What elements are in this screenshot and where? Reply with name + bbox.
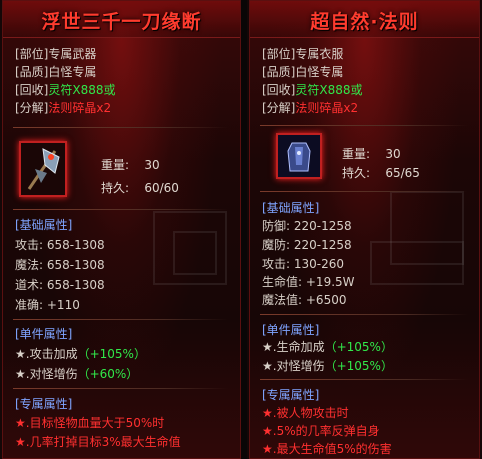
divider (13, 209, 228, 210)
unit-attributes-title: [单件属性] (262, 323, 320, 337)
divider (260, 379, 468, 380)
item-slot: [部位]专属武器 (15, 47, 97, 61)
divider (260, 314, 468, 315)
recycle-value: 灵符X888或 (48, 83, 116, 97)
unit-stat-row: ★.对怪增伤（+105%） (262, 359, 393, 373)
dismantle-label: [分解] (262, 101, 296, 115)
stat-row: 准确: +110 (15, 298, 80, 312)
item-tooltip-weapon: 浮世三千一刀缘断 [部位]专属武器 [品质]白怪专属 [回收]灵符X888或 [… (2, 0, 241, 459)
recycle-label: [回收] (262, 83, 296, 97)
unit-stat-row: ★.攻击加成（+105%） (15, 347, 146, 361)
divider (260, 125, 468, 126)
stat-row: 防御: 220-1258 (262, 219, 352, 233)
weight-stat: 重量: 30 (342, 147, 401, 161)
item-slot: [部位]专属衣服 (262, 47, 344, 61)
stat-row: 魔法: 658-1308 (15, 258, 105, 272)
stat-row: 生命值: +19.5W (262, 275, 355, 289)
item-title: 浮世三千一刀缘断 (41, 11, 202, 33)
durability-stat: 持久: 65/65 (342, 166, 420, 180)
unit-attributes-title: [单件属性] (15, 327, 73, 341)
special-stat-row: ★.几率打掉目标3%最大生命值 (15, 435, 181, 449)
item-title: 超自然·法则 (310, 11, 419, 33)
dismantle-value: 法则碎晶x2 (295, 101, 359, 115)
special-stat-row: ★.目标怪物血量大于50%时 (15, 416, 165, 430)
divider (260, 191, 468, 192)
dismantle-label: [分解] (15, 101, 49, 115)
item-tooltip-armor: 超自然·法则 [部位]专属衣服 [品质]白怪专属 [回收]灵符X888或 [分解… (249, 0, 480, 459)
divider (13, 388, 228, 389)
item-recycle: [回收]灵符X888或 (262, 81, 363, 98)
divider (13, 127, 228, 128)
stat-row: 道术: 658-1308 (15, 278, 105, 292)
durability-stat: 持久: 60/60 (101, 181, 179, 195)
recycle-label: [回收] (15, 83, 49, 97)
divider (13, 319, 228, 320)
weight-stat: 重量: 30 (101, 158, 160, 172)
item-quality: [品质]白怪专属 (262, 65, 344, 79)
unit-stat-row: ★.对怪增伤（+60%） (15, 367, 139, 381)
panel-divider (241, 0, 247, 459)
item-dismantle: [分解]法则碎晶x2 (262, 99, 358, 116)
special-attributes-title: [专属属性] (15, 397, 73, 411)
stat-row: 攻击: 658-1308 (15, 238, 105, 252)
unit-stat-row: ★.生命加成（+105%） (262, 340, 393, 354)
item-quality: [品质]白怪专属 (15, 65, 97, 79)
special-stat-row: ★.5%的几率反弹自身 (262, 424, 380, 438)
item-recycle: [回收]灵符X888或 (15, 81, 116, 98)
item-dismantle: [分解]法则碎晶x2 (15, 99, 111, 116)
axe-weapon-icon (19, 141, 67, 197)
base-attributes-title: [基础属性] (262, 201, 320, 215)
special-stat-row: ★.被人物攻击时 (262, 406, 349, 420)
stat-row: 魔防: 220-1258 (262, 238, 352, 252)
base-attributes-title: [基础属性] (15, 218, 73, 232)
special-stat-row: ★.最大生命值5%的伤害 (262, 442, 392, 456)
armor-clothing-icon (276, 133, 322, 179)
special-attributes-title: [专属属性] (262, 388, 320, 402)
recycle-value: 灵符X888或 (295, 83, 363, 97)
stat-row: 攻击: 130-260 (262, 257, 345, 271)
stat-row: 魔法值: +6500 (262, 293, 347, 307)
dismantle-value: 法则碎晶x2 (48, 101, 112, 115)
